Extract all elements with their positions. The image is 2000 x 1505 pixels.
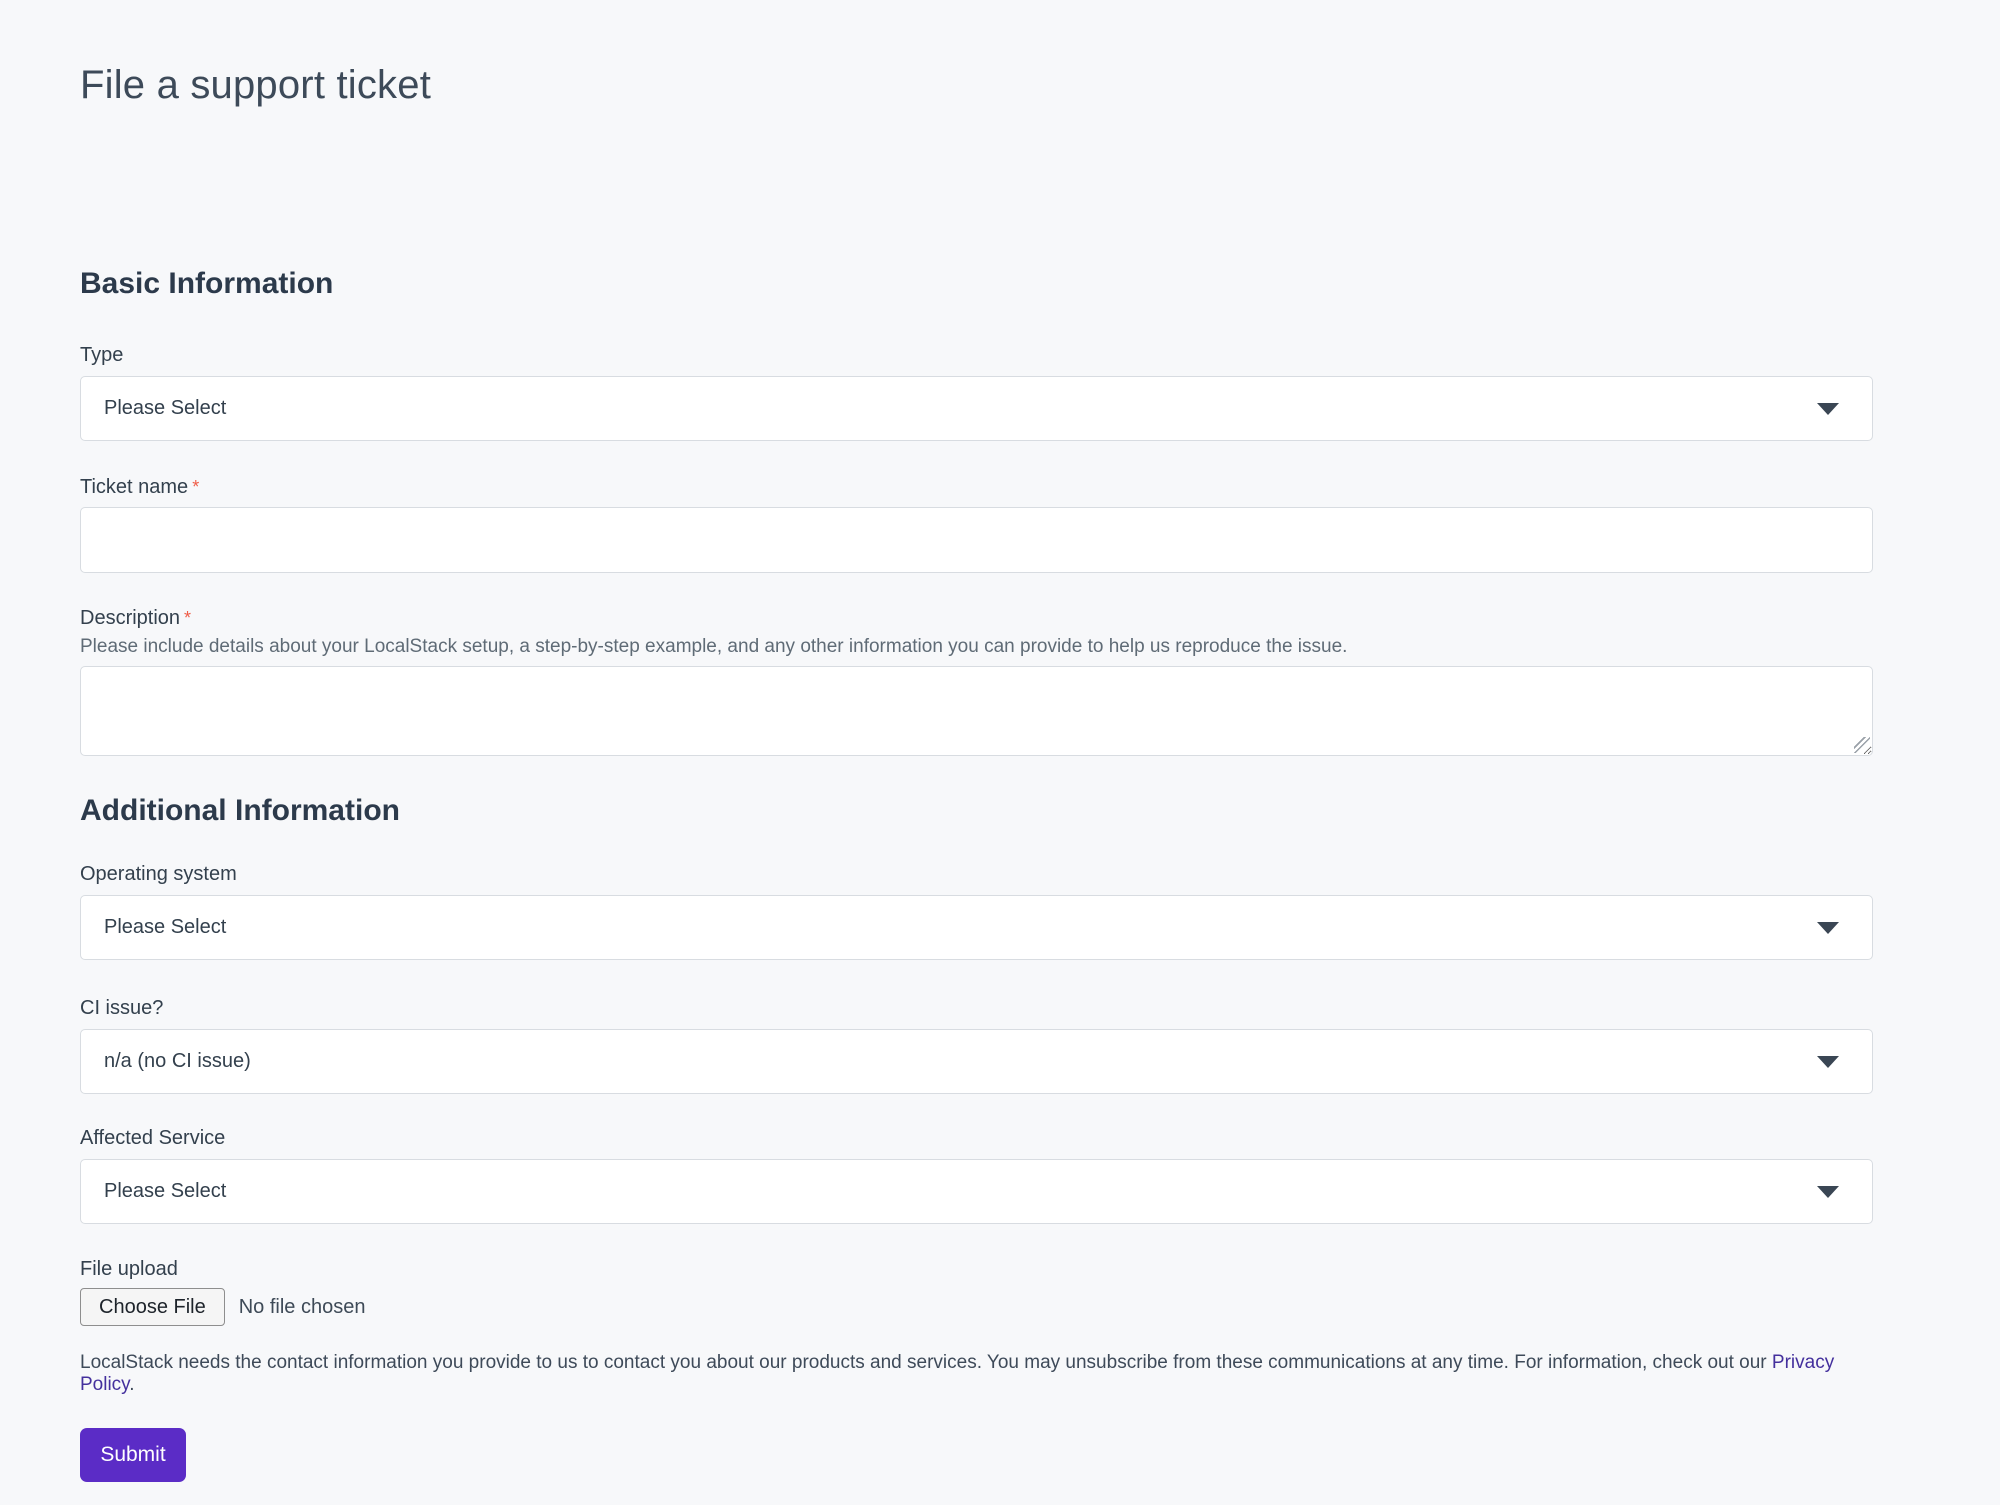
- operating-system-select[interactable]: Please Select: [80, 895, 1873, 960]
- required-asterisk: *: [192, 477, 199, 497]
- support-ticket-form: File a support ticket Basic Information …: [80, 0, 1873, 1482]
- ci-issue-label: CI issue?: [80, 997, 1873, 1019]
- ticket-name-label: Ticket name*: [80, 476, 1873, 498]
- file-upload-label: File upload: [80, 1258, 1873, 1280]
- choose-file-button[interactable]: Choose File: [80, 1288, 225, 1326]
- affected-service-select-value: Please Select: [104, 1180, 226, 1203]
- operating-system-label: Operating system: [80, 863, 1873, 885]
- affected-service-select[interactable]: Please Select: [80, 1159, 1873, 1224]
- type-select-value: Please Select: [104, 397, 226, 420]
- ticket-name-label-text: Ticket name: [80, 476, 188, 498]
- chevron-down-icon: [1817, 1056, 1839, 1068]
- description-textarea[interactable]: [80, 666, 1873, 756]
- type-label: Type: [80, 344, 1873, 366]
- description-label: Description*: [80, 607, 1873, 629]
- description-textarea-wrap: [80, 666, 1873, 756]
- description-helper-text: Please include details about your LocalS…: [80, 636, 1873, 658]
- submit-button[interactable]: Submit: [80, 1428, 186, 1482]
- description-label-text: Description: [80, 607, 180, 629]
- ci-issue-select[interactable]: n/a (no CI issue): [80, 1029, 1873, 1094]
- chevron-down-icon: [1817, 1186, 1839, 1198]
- privacy-notice: LocalStack needs the contact information…: [80, 1352, 1873, 1396]
- page-title: File a support ticket: [80, 0, 1873, 109]
- ci-issue-select-value: n/a (no CI issue): [104, 1050, 251, 1073]
- section-heading-basic-information: Basic Information: [80, 269, 1873, 299]
- privacy-text-before: LocalStack needs the contact information…: [80, 1352, 1772, 1373]
- chevron-down-icon: [1817, 922, 1839, 934]
- required-asterisk: *: [184, 608, 191, 628]
- section-heading-additional-information: Additional Information: [80, 796, 1873, 826]
- ticket-name-input[interactable]: [80, 507, 1873, 573]
- chevron-down-icon: [1817, 403, 1839, 415]
- type-select[interactable]: Please Select: [80, 376, 1873, 441]
- file-status-text: No file chosen: [239, 1296, 366, 1319]
- file-upload-control[interactable]: Choose File No file chosen: [80, 1288, 1873, 1326]
- operating-system-select-value: Please Select: [104, 916, 226, 939]
- privacy-text-after: .: [129, 1374, 134, 1395]
- affected-service-label: Affected Service: [80, 1127, 1873, 1149]
